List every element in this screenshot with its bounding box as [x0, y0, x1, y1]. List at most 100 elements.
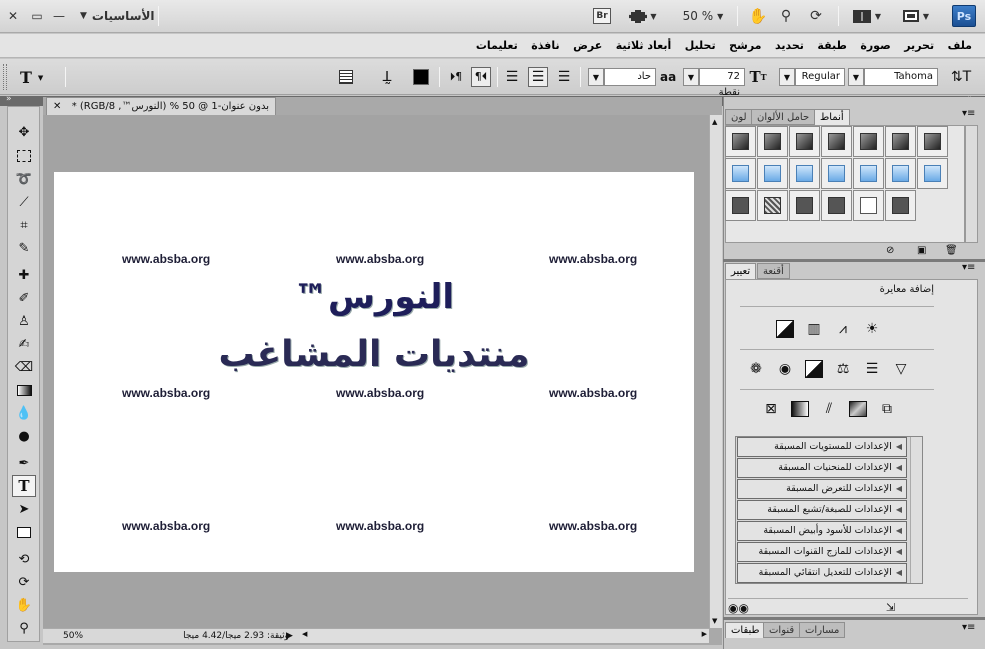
menu-analysis[interactable]: تحليل	[680, 34, 721, 58]
exposure-icon[interactable]: ☀	[861, 318, 883, 340]
style-swatch[interactable]	[725, 126, 756, 157]
3d-orbit-tool-icon[interactable]: ⟳	[12, 571, 36, 593]
styles-scrollbar[interactable]	[965, 125, 978, 243]
tab-paths[interactable]: مسارات	[799, 622, 846, 638]
font-family-dropdown-arrow[interactable]: ▼	[848, 68, 864, 86]
brightness-contrast-icon[interactable]	[774, 318, 796, 340]
menu-image[interactable]: صورة	[855, 34, 895, 58]
align-center-icon[interactable]: ☰	[528, 67, 548, 87]
preset-curves[interactable]: ◀الإعدادات للمنحنيات المسبقة	[737, 458, 907, 478]
grip-handle[interactable]	[3, 64, 7, 90]
clone-stamp-tool-icon[interactable]: ♙	[12, 310, 36, 332]
clip-icon[interactable]: ◉◉	[728, 601, 749, 615]
3d-rotate-tool-icon[interactable]: ⟲	[12, 548, 36, 570]
gradient-tool-icon[interactable]	[12, 379, 36, 401]
close-tab-icon[interactable]: ✕	[53, 98, 61, 115]
scroll-up-icon[interactable]: ▲	[712, 118, 717, 126]
blur-tool-icon[interactable]: 💧	[12, 402, 36, 424]
hand-icon[interactable]: ✋	[749, 6, 768, 26]
eyedropper-tool-icon[interactable]: ✎	[12, 237, 36, 259]
crop-tool-icon[interactable]: ⌗	[12, 214, 36, 236]
canvas[interactable]: www.absba.org www.absba.org www.absba.or…	[54, 172, 694, 572]
tab-swatches[interactable]: حامل الألوان	[751, 109, 816, 125]
menu-window[interactable]: نافذة	[526, 34, 564, 58]
posterize-icon[interactable]	[789, 398, 811, 420]
status-menu-arrow-icon[interactable]: ▶	[286, 629, 293, 643]
style-swatch[interactable]	[821, 190, 852, 221]
zoom-level-dropdown[interactable]: 50 % ▼	[678, 6, 728, 26]
move-tool-icon[interactable]: ✥	[12, 121, 36, 143]
threshold-icon[interactable]: ⫽	[818, 398, 840, 420]
style-swatch[interactable]	[853, 158, 884, 189]
panel-menu-icon[interactable]: ▾≡	[962, 262, 975, 273]
levels-icon[interactable]: ▥	[803, 318, 825, 340]
screen-mode-button[interactable]: ▼	[898, 6, 934, 26]
align-right-icon[interactable]: ☰	[554, 67, 574, 87]
font-size-dropdown-arrow[interactable]: ▼	[683, 68, 699, 86]
text-orientation-icon[interactable]: ⇅T	[951, 67, 971, 87]
hand-tool-icon[interactable]: ✋	[12, 594, 36, 616]
arrange-documents-button[interactable]: ▼	[849, 6, 885, 26]
style-swatch[interactable]	[917, 158, 948, 189]
horizontal-scrollbar[interactable]: ◀ ▶	[300, 628, 709, 643]
marquee-tool-icon[interactable]	[12, 145, 36, 167]
collapse-icon[interactable]: »	[6, 94, 12, 104]
menu-edit[interactable]: تحرير	[899, 34, 939, 58]
tool-preset-picker[interactable]: T ▼	[20, 66, 54, 88]
preset-exposure[interactable]: ◀الإعدادات للتعرض المسبقة	[737, 479, 907, 499]
style-swatch[interactable]	[821, 158, 852, 189]
warp-text-icon[interactable]: ꓕ̰	[377, 67, 397, 87]
style-swatch[interactable]	[853, 190, 884, 221]
pen-tool-icon[interactable]: ✒	[12, 452, 36, 474]
style-swatch[interactable]	[917, 126, 948, 157]
headline-text-layer[interactable]: ™النورس	[54, 277, 694, 317]
invert-icon[interactable]: ⊠	[760, 398, 782, 420]
style-swatch[interactable]	[757, 190, 788, 221]
menu-view[interactable]: عرض	[568, 34, 607, 58]
panel-menu-icon[interactable]: ▾≡	[962, 108, 975, 119]
style-swatch[interactable]	[725, 190, 756, 221]
path-selection-tool-icon[interactable]: ➤	[12, 498, 36, 520]
workspace-switcher[interactable]: ▼ الأساسيات	[80, 6, 155, 26]
extras-button[interactable]: ▼	[626, 6, 660, 26]
brush-tool-icon[interactable]: ✐	[12, 287, 36, 309]
preset-selective-color[interactable]: ◀الإعدادات للتعديل انتقائي المسبقة	[737, 563, 907, 583]
menu-3d[interactable]: أبعاد ثلاثية	[611, 34, 677, 58]
panel-toggle-icon[interactable]	[336, 67, 356, 87]
style-swatch[interactable]	[789, 126, 820, 157]
document-tab[interactable]: ✕ بدون عنوان-1 @ 50 % (النورس™, RGB/8) *	[46, 97, 276, 115]
style-swatch[interactable]	[789, 158, 820, 189]
tab-adjustments[interactable]: تعيير	[725, 263, 757, 279]
ltr-direction-button[interactable]: ¶⏴	[471, 67, 491, 87]
font-size-field[interactable]: 72 نقطة	[699, 68, 745, 98]
lasso-tool-icon[interactable]: ➰	[12, 168, 36, 190]
history-brush-tool-icon[interactable]: ✍	[12, 333, 36, 355]
type-tool-icon[interactable]: T	[12, 475, 36, 497]
align-left-icon[interactable]: ☰	[502, 67, 522, 87]
curves-icon[interactable]: ⩘	[832, 318, 854, 340]
style-swatch[interactable]	[821, 126, 852, 157]
delete-style-icon[interactable]: 🗑	[945, 245, 958, 256]
text-color-swatch[interactable]	[411, 67, 431, 87]
tab-layers[interactable]: طبقات	[725, 622, 766, 638]
antialias-dropdown[interactable]: حاد	[604, 68, 656, 86]
new-style-icon[interactable]: ▣	[917, 245, 926, 256]
shape-tool-icon[interactable]	[12, 521, 36, 543]
menu-help[interactable]: تعليمات	[471, 34, 523, 58]
photo-filter-icon[interactable]: ☰	[861, 358, 883, 380]
dodge-tool-icon[interactable]: ●	[12, 425, 36, 447]
rotate-view-icon[interactable]: ⟳	[806, 6, 826, 26]
scroll-down-icon[interactable]: ▼	[712, 617, 717, 625]
return-icon[interactable]: ⇲	[886, 601, 895, 614]
font-style-dropdown-arrow[interactable]: ▼	[779, 68, 795, 86]
style-swatch[interactable]	[789, 190, 820, 221]
preset-channel-mixer[interactable]: ◀الإعدادات للمازج القنوات المسبقة	[737, 542, 907, 562]
style-swatch[interactable]	[853, 126, 884, 157]
font-family-field[interactable]: Tahoma	[864, 68, 938, 86]
antialias-dropdown-arrow[interactable]: ▼	[588, 68, 604, 86]
selective-color-icon[interactable]: ⧉	[876, 398, 898, 420]
style-swatch[interactable]	[885, 158, 916, 189]
style-swatch[interactable]	[885, 190, 916, 221]
preset-levels[interactable]: ◀الإعدادات للمستويات المسبقة	[737, 437, 907, 457]
rtl-direction-button[interactable]: ⏵¶	[446, 67, 466, 87]
